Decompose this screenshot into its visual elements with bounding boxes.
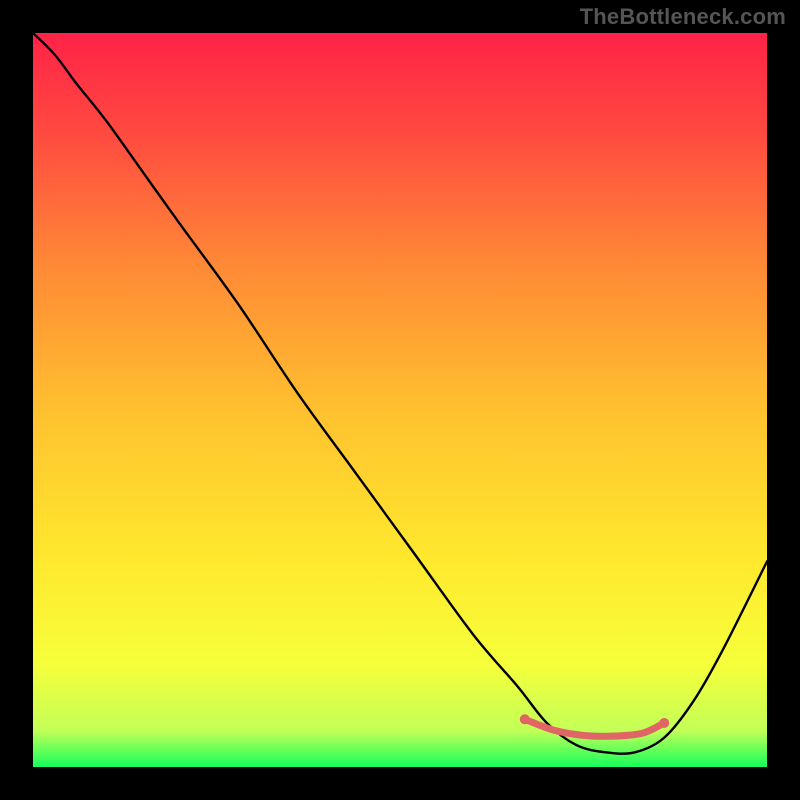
watermark-text: TheBottleneck.com [580, 4, 786, 30]
gradient-background [33, 33, 767, 767]
